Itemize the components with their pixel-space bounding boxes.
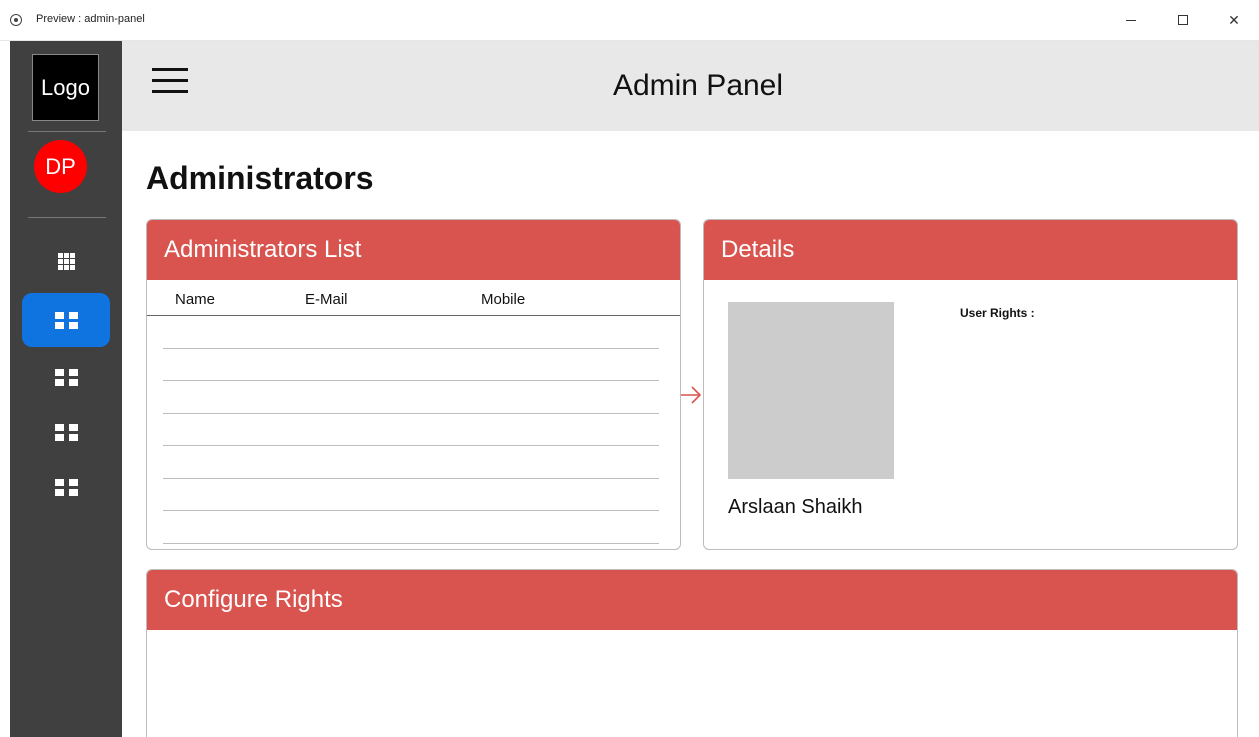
sidebar-item-dashboard-2[interactable] <box>22 350 110 404</box>
minimize-icon <box>1126 19 1136 21</box>
apps-grid-icon <box>57 252 75 270</box>
maximize-button[interactable] <box>1163 8 1203 32</box>
configure-rights-header: Configure Rights <box>147 570 1237 630</box>
sidebar-item-dashboard-1[interactable] <box>22 293 110 347</box>
configure-rights-card: Configure Rights <box>146 569 1238 737</box>
hamburger-menu-icon[interactable] <box>152 68 188 94</box>
app-icon <box>10 14 22 26</box>
avatar[interactable]: DP <box>34 140 87 193</box>
details-header: Details <box>704 220 1237 280</box>
details-card: Details Arslaan Shaikh User Rights : <box>703 219 1238 550</box>
table-row[interactable] <box>163 510 659 511</box>
sidebar-divider <box>28 131 106 132</box>
page-title: Administrators <box>146 160 374 196</box>
table-row[interactable] <box>163 543 659 544</box>
close-button[interactable]: ✕ <box>1214 8 1254 32</box>
sidebar-item-dashboard-4[interactable] <box>22 460 110 514</box>
dashboard-grid-icon <box>54 478 78 496</box>
window-title: Preview : admin-panel <box>36 13 145 25</box>
table-row[interactable] <box>163 413 659 414</box>
app-header: Admin Panel <box>122 41 1259 131</box>
table-row[interactable] <box>163 478 659 479</box>
header-title: Admin Panel <box>612 69 784 102</box>
logo[interactable]: Logo <box>32 54 99 121</box>
user-rights-label: User Rights : <box>960 306 1035 320</box>
arrow-right-icon <box>681 386 702 404</box>
sidebar-item-apps[interactable] <box>22 234 110 288</box>
sidebar-item-dashboard-3[interactable] <box>22 405 110 459</box>
administrators-list-card: Administrators List Name E-Mail Mobile <box>146 219 681 550</box>
table-row[interactable] <box>163 380 659 381</box>
user-photo <box>728 302 894 479</box>
column-header-email[interactable]: E-Mail <box>305 291 348 308</box>
sidebar-divider <box>28 217 106 218</box>
dashboard-grid-icon <box>54 368 78 386</box>
user-name: Arslaan Shaikh <box>728 496 863 518</box>
maximize-icon <box>1178 15 1188 25</box>
minimize-button[interactable] <box>1111 8 1151 32</box>
dashboard-grid-icon <box>54 423 78 441</box>
close-icon: ✕ <box>1228 11 1240 28</box>
table-header: Name E-Mail Mobile <box>147 280 680 316</box>
column-header-name[interactable]: Name <box>175 291 215 308</box>
dashboard-grid-icon <box>54 311 78 329</box>
table-row[interactable] <box>163 348 659 349</box>
window-titlebar: Preview : admin-panel ✕ <box>0 0 1259 41</box>
column-header-mobile[interactable]: Mobile <box>481 291 525 308</box>
administrators-list-header: Administrators List <box>147 220 680 280</box>
sidebar: Logo DP <box>10 41 122 737</box>
table-row[interactable] <box>163 445 659 446</box>
